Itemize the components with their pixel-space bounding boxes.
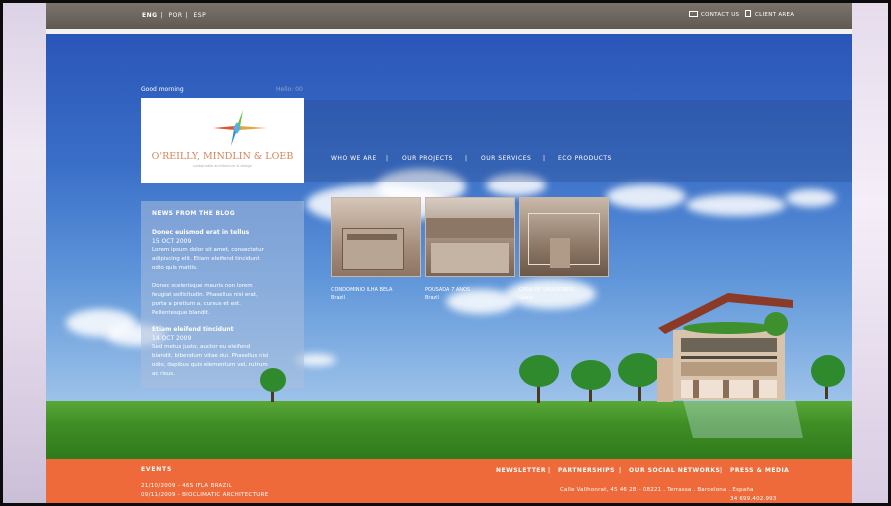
footer-link-social-networks[interactable]: OUR SOCIAL NETWORKS xyxy=(629,467,720,474)
logo-tagline: sustainable architecture & design xyxy=(193,164,252,168)
blog-panel: NEWS FROM THE BLOG Donec euismod erat in… xyxy=(141,201,304,389)
project-thumbnail[interactable] xyxy=(331,197,421,277)
nav-who-we-are[interactable]: WHO WE ARE xyxy=(331,155,377,162)
events-title: EVENTS xyxy=(141,466,173,473)
screen: ENG | POR | ESP CONTACT US CLIENT AREA Goo… xyxy=(0,0,891,506)
post-title[interactable]: Donec euismod erat in tellus xyxy=(152,229,249,236)
outer-background-left xyxy=(3,3,46,503)
compass-star-icon xyxy=(213,110,267,146)
language-switcher: ENG | POR | ESP xyxy=(142,12,207,19)
lock-icon[interactable] xyxy=(745,10,751,17)
post-body: Lorem ipsum dolor sit amet, consectetur … xyxy=(152,247,264,316)
event-item[interactable]: 09/11/2009 - BIOCLIMATIC ARCHITECTURE xyxy=(141,492,268,498)
event-item[interactable]: 21/10/2009 - 46S IFLA BRAZIL xyxy=(141,483,232,489)
footer-link-newsletter[interactable]: NEWSLETTER xyxy=(496,467,546,474)
project-name[interactable]: CONDOMINIO ILHA BELA xyxy=(331,287,392,293)
project-thumbnail[interactable] xyxy=(425,197,515,277)
outer-background-right xyxy=(852,3,888,503)
project-location: Brazil xyxy=(425,295,439,301)
project-name[interactable]: POUSADA 7 ANOS xyxy=(425,287,470,293)
lang-esp[interactable]: ESP xyxy=(193,12,206,19)
post-date: 14 OCT 2009 xyxy=(152,335,192,342)
footer-link-press-media[interactable]: PRESS & MEDIA xyxy=(730,467,789,474)
post-date: 15 OCT 2009 xyxy=(152,238,192,245)
blog-title: NEWS FROM THE BLOG xyxy=(152,210,235,217)
lang-por[interactable]: POR xyxy=(169,12,183,19)
footer-address: Calle Vallhonrat, 45 46 2B - 08221 . Ter… xyxy=(560,487,754,493)
envelope-icon[interactable] xyxy=(689,11,698,17)
logo[interactable]: O'REILLY, MINDLIN & LOEB sustainable arc… xyxy=(141,98,304,183)
client-area-link[interactable]: CLIENT AREA xyxy=(755,12,794,18)
logo-name: O'REILLY, MINDLIN & LOEB xyxy=(151,151,294,162)
contact-us-link[interactable]: CONTACT US xyxy=(701,12,739,18)
post-title[interactable]: Etiam eleifend tincidunt xyxy=(152,326,234,333)
project-name[interactable]: CASA DE VALLDOREIX xyxy=(519,287,574,293)
top-bar: ENG | POR | ESP CONTACT US CLIENT AREA xyxy=(46,3,852,29)
project-thumbnail[interactable] xyxy=(519,197,609,277)
project-location: Brazil xyxy=(331,295,345,301)
nav-band xyxy=(304,100,852,182)
nav-our-projects[interactable]: OUR PROJECTS xyxy=(402,155,453,162)
lang-eng[interactable]: ENG xyxy=(142,12,158,19)
nav-eco-products[interactable]: ECO PRODUCTS xyxy=(558,155,612,162)
website: ENG | POR | ESP CONTACT US CLIENT AREA Goo… xyxy=(46,3,852,503)
footer-phone: 34 699.402.993 xyxy=(730,496,777,502)
greeting-text: Good morning xyxy=(141,86,184,93)
eco-house-illustration xyxy=(657,293,803,438)
footer-link-partnerships[interactable]: PARTNERSHIPS xyxy=(558,467,615,474)
project-location: Spain xyxy=(519,295,533,301)
hello-text: Hello: 00 xyxy=(276,86,303,93)
nav-our-services[interactable]: OUR SERVICES xyxy=(481,155,531,162)
